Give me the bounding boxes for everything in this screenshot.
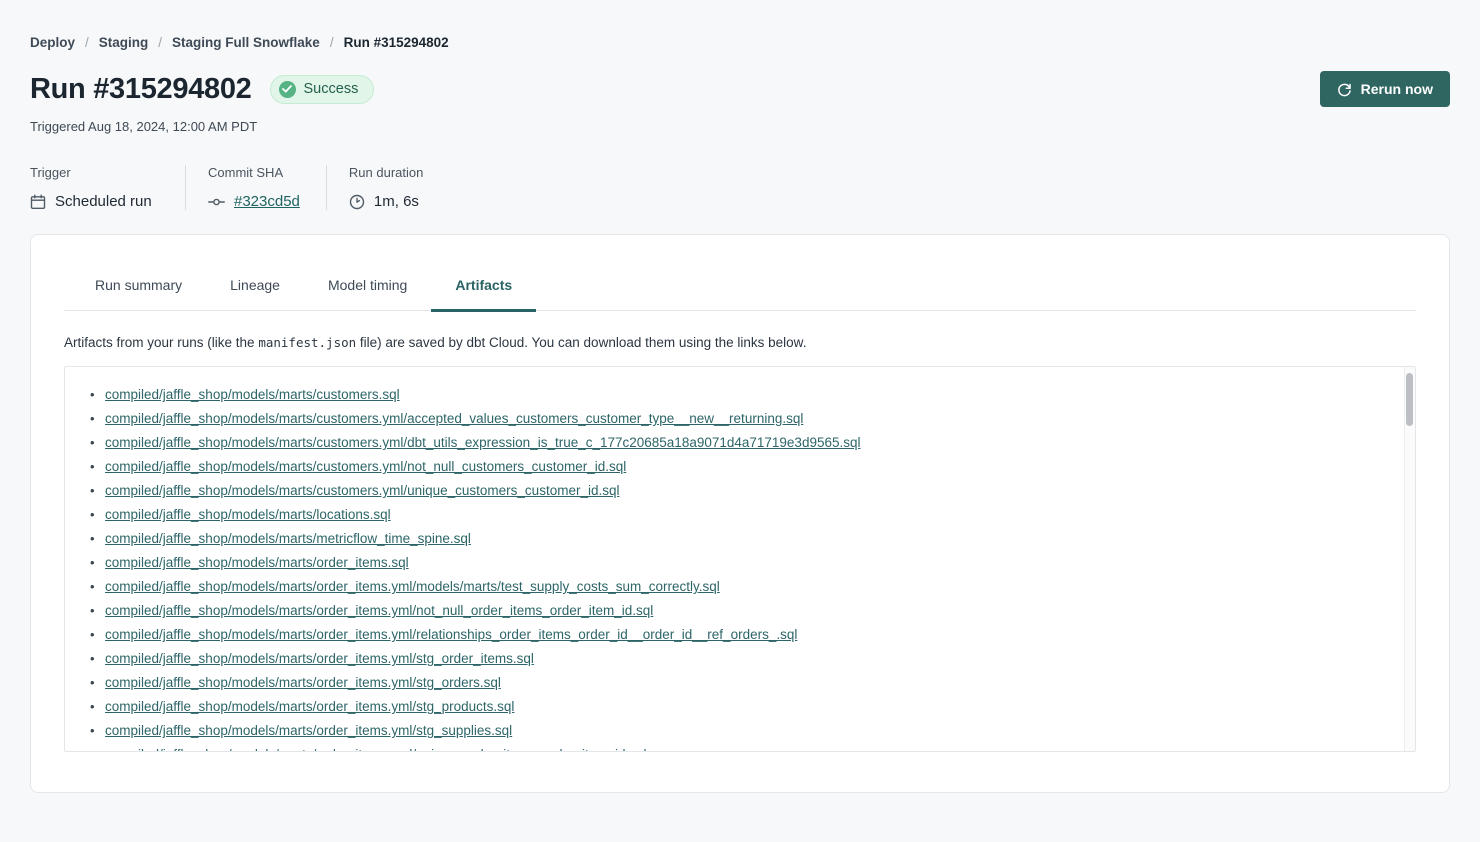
success-check-icon xyxy=(279,81,296,98)
artifact-list-item: compiled/jaffle_shop/models/marts/custom… xyxy=(105,455,1395,479)
run-duration-value: 1m, 6s xyxy=(374,193,419,210)
artifact-list-container: compiled/jaffle_shop/models/marts/custom… xyxy=(64,366,1416,752)
clock-icon xyxy=(349,194,365,210)
trigger-label: Trigger xyxy=(30,165,159,180)
artifact-link[interactable]: compiled/jaffle_shop/models/marts/order_… xyxy=(105,603,653,618)
artifact-link[interactable]: compiled/jaffle_shop/models/marts/custom… xyxy=(105,483,619,498)
manifest-json-code: manifest.json xyxy=(258,335,356,350)
rerun-now-button[interactable]: Rerun now xyxy=(1320,71,1450,107)
artifact-link[interactable]: compiled/jaffle_shop/models/marts/order_… xyxy=(105,747,647,752)
run-meta-row: Trigger Scheduled run Commit SHA #323cd5… xyxy=(30,165,1450,210)
artifact-list-item: compiled/jaffle_shop/models/marts/order_… xyxy=(105,743,1395,752)
artifact-list-item: compiled/jaffle_shop/models/marts/order_… xyxy=(105,551,1395,575)
artifact-link[interactable]: compiled/jaffle_shop/models/marts/locati… xyxy=(105,507,391,522)
commit-sha-label: Commit SHA xyxy=(208,165,300,180)
meta-run-duration: Run duration 1m, 6s xyxy=(326,165,449,210)
artifact-list: compiled/jaffle_shop/models/marts/custom… xyxy=(105,383,1395,752)
breadcrumb: Deploy / Staging / Staging Full Snowflak… xyxy=(30,0,1450,50)
artifact-list-item: compiled/jaffle_shop/models/marts/order_… xyxy=(105,695,1395,719)
artifact-link[interactable]: compiled/jaffle_shop/models/marts/custom… xyxy=(105,387,400,402)
artifact-link[interactable]: compiled/jaffle_shop/models/marts/order_… xyxy=(105,627,797,642)
breadcrumb-separator: / xyxy=(330,35,334,50)
run-detail-page: Deploy / Staging / Staging Full Snowflak… xyxy=(0,0,1480,793)
artifact-list-item: compiled/jaffle_shop/models/marts/order_… xyxy=(105,719,1395,743)
calendar-icon xyxy=(30,194,46,210)
artifact-list-item: compiled/jaffle_shop/models/marts/custom… xyxy=(105,479,1395,503)
artifact-list-item: compiled/jaffle_shop/models/marts/order_… xyxy=(105,599,1395,623)
artifact-list-item: compiled/jaffle_shop/models/marts/metric… xyxy=(105,527,1395,551)
artifact-link[interactable]: compiled/jaffle_shop/models/marts/order_… xyxy=(105,579,720,594)
header: Run #315294802 Success Rerun now xyxy=(30,71,1450,107)
rerun-button-label: Rerun now xyxy=(1361,81,1433,97)
status-badge-label: Success xyxy=(304,81,359,97)
tab-model-timing[interactable]: Model timing xyxy=(304,277,431,310)
artifact-list-item: compiled/jaffle_shop/models/marts/custom… xyxy=(105,383,1395,407)
breadcrumb-item-job[interactable]: Staging Full Snowflake xyxy=(172,35,320,50)
breadcrumb-item-deploy[interactable]: Deploy xyxy=(30,35,75,50)
tab-artifacts[interactable]: Artifacts xyxy=(431,277,536,310)
artifact-list-item: compiled/jaffle_shop/models/marts/custom… xyxy=(105,431,1395,455)
tab-run-summary[interactable]: Run summary xyxy=(71,277,206,310)
status-badge: Success xyxy=(270,75,375,104)
artifact-link[interactable]: compiled/jaffle_shop/models/marts/order_… xyxy=(105,699,514,714)
artifact-link[interactable]: compiled/jaffle_shop/models/marts/metric… xyxy=(105,531,471,546)
artifact-link[interactable]: compiled/jaffle_shop/models/marts/order_… xyxy=(105,651,534,666)
artifact-list-item: compiled/jaffle_shop/models/marts/locati… xyxy=(105,503,1395,527)
breadcrumb-item-staging[interactable]: Staging xyxy=(99,35,149,50)
artifact-link[interactable]: compiled/jaffle_shop/models/marts/order_… xyxy=(105,675,501,690)
artifact-list-item: compiled/jaffle_shop/models/marts/order_… xyxy=(105,575,1395,599)
page-title: Run #315294802 xyxy=(30,73,252,106)
scrollbar-thumb[interactable] xyxy=(1406,373,1413,426)
scrollbar-track[interactable] xyxy=(1404,367,1415,751)
breadcrumb-item-current-run: Run #315294802 xyxy=(344,35,449,50)
artifact-link[interactable]: compiled/jaffle_shop/models/marts/order_… xyxy=(105,555,409,570)
artifact-list-item: compiled/jaffle_shop/models/marts/custom… xyxy=(105,407,1395,431)
run-duration-label: Run duration xyxy=(349,165,423,180)
run-detail-card: Run summary Lineage Model timing Artifac… xyxy=(30,234,1450,793)
artifact-link[interactable]: compiled/jaffle_shop/models/marts/order_… xyxy=(105,723,512,738)
meta-commit-sha: Commit SHA #323cd5d xyxy=(185,165,326,210)
triggered-timestamp: Triggered Aug 18, 2024, 12:00 AM PDT xyxy=(30,119,1450,134)
tab-lineage[interactable]: Lineage xyxy=(206,277,304,310)
breadcrumb-separator: / xyxy=(158,35,162,50)
artifact-link[interactable]: compiled/jaffle_shop/models/marts/custom… xyxy=(105,411,803,426)
meta-trigger: Trigger Scheduled run xyxy=(30,165,185,210)
artifact-link[interactable]: compiled/jaffle_shop/models/marts/custom… xyxy=(105,459,626,474)
artifact-list-item: compiled/jaffle_shop/models/marts/order_… xyxy=(105,623,1395,647)
rerun-icon xyxy=(1337,82,1352,97)
trigger-value: Scheduled run xyxy=(55,193,152,210)
commit-sha-link[interactable]: #323cd5d xyxy=(234,193,300,210)
breadcrumb-separator: / xyxy=(85,35,89,50)
artifact-list-item: compiled/jaffle_shop/models/marts/order_… xyxy=(105,671,1395,695)
artifact-list-item: compiled/jaffle_shop/models/marts/order_… xyxy=(105,647,1395,671)
commit-icon xyxy=(208,196,225,208)
artifact-link[interactable]: compiled/jaffle_shop/models/marts/custom… xyxy=(105,435,861,450)
artifacts-description: Artifacts from your runs (like the manif… xyxy=(64,335,1416,350)
tab-bar: Run summary Lineage Model timing Artifac… xyxy=(64,277,1416,311)
